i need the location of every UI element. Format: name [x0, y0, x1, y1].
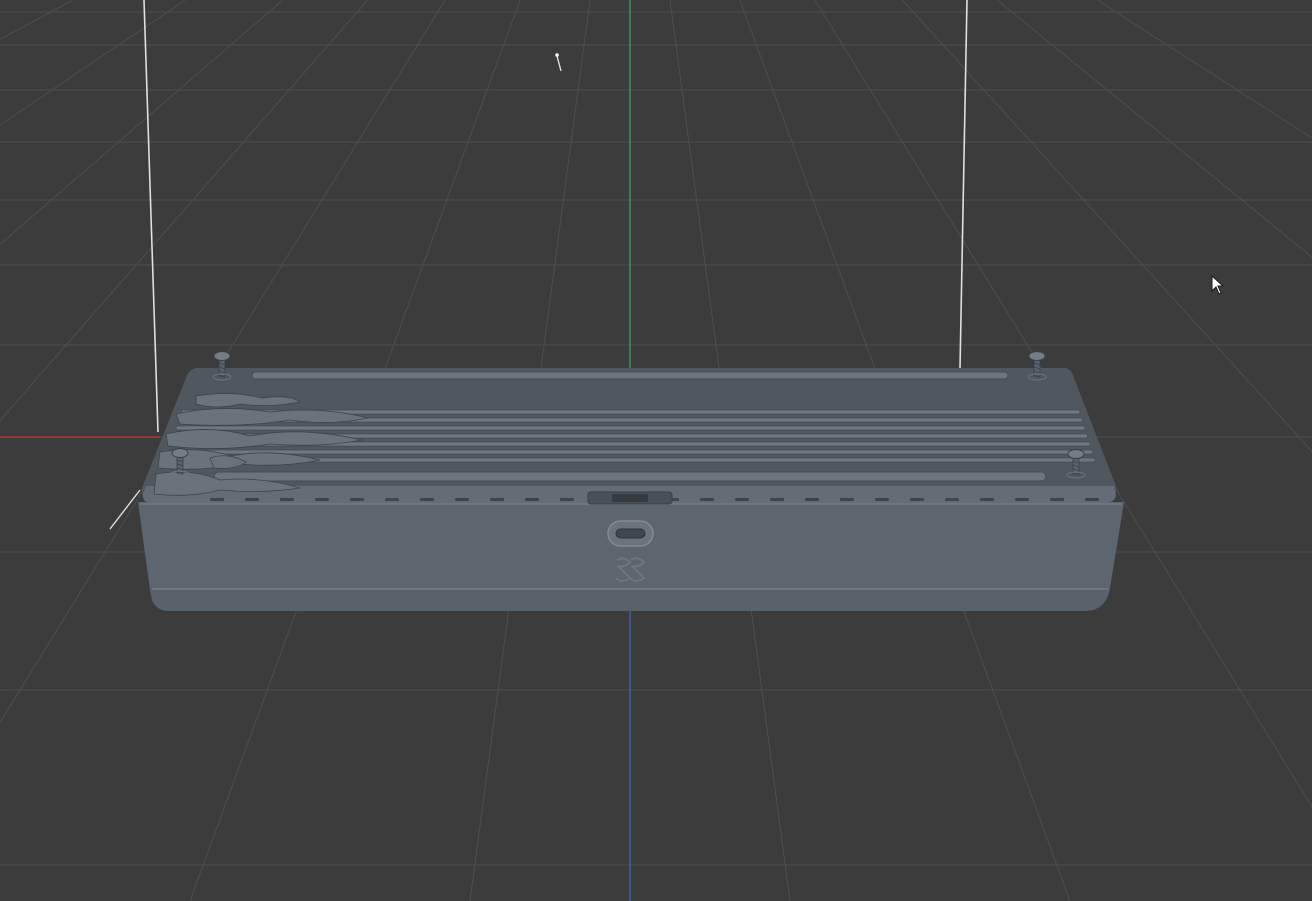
3d-viewport[interactable] — [0, 0, 1312, 901]
light-helper-dot — [555, 53, 559, 57]
vent-slot — [735, 498, 749, 501]
vent-slot — [350, 498, 364, 501]
vent-slot — [315, 498, 329, 501]
vent-slot — [420, 498, 434, 501]
vent-slot — [910, 498, 924, 501]
lid-rail-front — [213, 471, 1047, 482]
vent-slot — [1015, 498, 1029, 501]
vent-slot — [525, 498, 539, 501]
light-helper-line-diagonal — [109, 489, 141, 530]
enclosure-model[interactable] — [138, 351, 1124, 612]
vent-slot — [280, 498, 294, 501]
vent-slot — [1050, 498, 1064, 501]
vent-slot — [770, 498, 784, 501]
vent-slot — [1085, 498, 1099, 501]
vent-slot — [945, 498, 959, 501]
vent-slot — [700, 498, 714, 501]
screw-head — [1028, 351, 1046, 361]
grid-line-converging — [0, 0, 73, 40]
vent-slot — [805, 498, 819, 501]
vent-slot — [980, 498, 994, 501]
screw-head — [1067, 449, 1085, 459]
pointer-arrow-icon — [1211, 275, 1225, 295]
light-helper-marker — [556, 55, 562, 72]
light-helper-line-right — [959, 0, 968, 369]
lid-connector-slot — [612, 494, 648, 502]
lid-rib — [175, 425, 1086, 431]
vent-slot — [245, 498, 259, 501]
vent-slot — [560, 498, 574, 501]
vent-slot — [875, 498, 889, 501]
grid-line-converging — [1097, 0, 1312, 139]
screw-head — [171, 448, 189, 458]
vent-slot — [385, 498, 399, 501]
vent-slot — [490, 498, 504, 501]
enclosure-base-lower-band — [150, 588, 1108, 611]
lid-rail-back — [251, 371, 1009, 380]
vent-slot — [840, 498, 854, 501]
screw-head — [213, 351, 231, 361]
lid-rib — [167, 449, 1094, 455]
light-helper-line-left — [143, 0, 159, 433]
scene-canvas[interactable] — [0, 0, 1312, 901]
vent-slot — [210, 498, 224, 501]
usb-c-port — [607, 520, 654, 547]
vent-slot — [455, 498, 469, 501]
